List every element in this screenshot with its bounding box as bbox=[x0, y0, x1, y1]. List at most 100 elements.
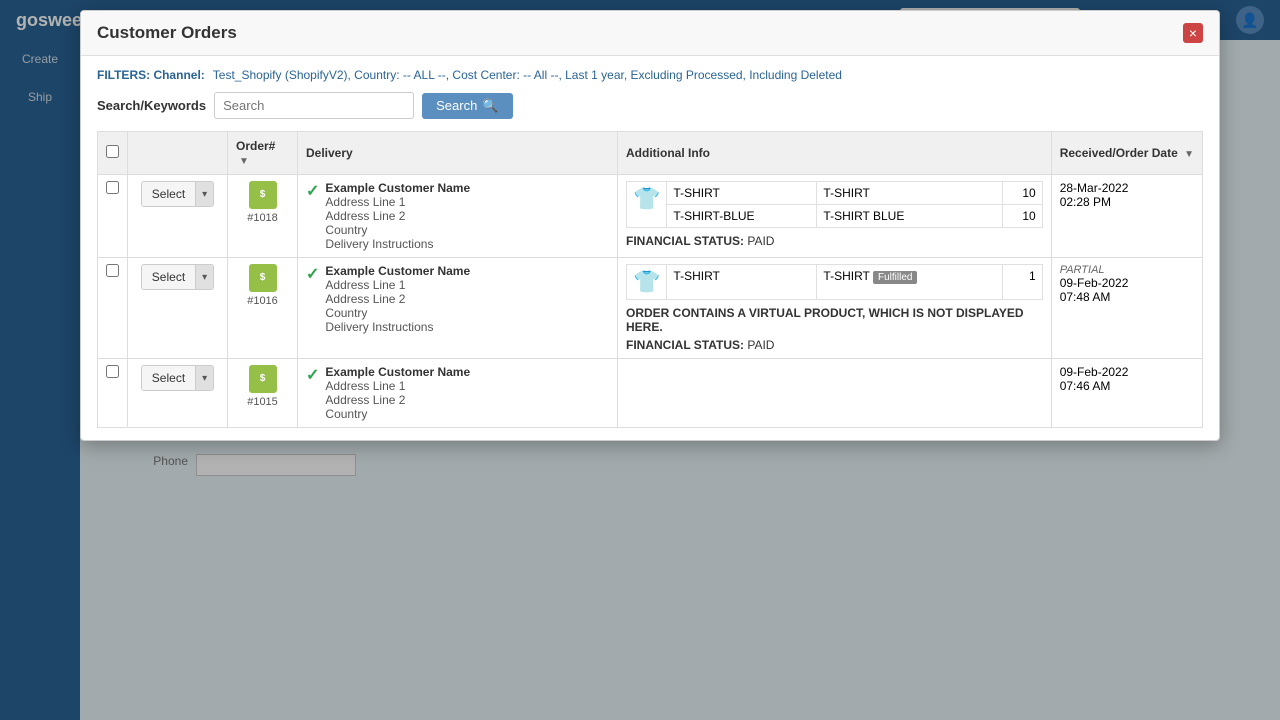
row-checkbox-2[interactable] bbox=[106, 365, 119, 378]
product-qty-0-0: 10 bbox=[1002, 182, 1042, 205]
delivery-line: Country bbox=[325, 306, 470, 320]
orders-table: Order# ▼ Delivery Additional Info Receiv… bbox=[97, 131, 1203, 428]
fulfilled-badge: Fulfilled bbox=[873, 271, 917, 284]
filters-label: FILTERS: Channel: bbox=[97, 68, 205, 82]
product-name-0-0: T-SHIRT bbox=[817, 182, 1002, 205]
order-number-1: #1016 bbox=[247, 295, 278, 307]
row-checkbox-1[interactable] bbox=[106, 264, 119, 277]
table-row: Select ▾ $ #1015 ✓ Example Customer Name… bbox=[98, 359, 1203, 428]
header-additional: Additional Info bbox=[618, 132, 1052, 175]
delivery-line: Country bbox=[325, 407, 470, 421]
select-arrow-button-1[interactable]: ▾ bbox=[195, 265, 213, 289]
row-date-cell: 28-Mar-202202:28 PM bbox=[1051, 175, 1202, 258]
modal-close-button[interactable]: × bbox=[1183, 23, 1203, 43]
delivery-check-0: ✓ bbox=[306, 181, 319, 201]
product-table-0: 👕 T-SHIRT T-SHIRT 10 T-SHIRT-BLUE T-SHIR… bbox=[626, 181, 1043, 228]
financial-label-0: FINANCIAL STATUS: bbox=[626, 234, 747, 248]
delivery-line: Delivery Instructions bbox=[325, 237, 470, 251]
select-button-1[interactable]: Select bbox=[142, 265, 195, 289]
product-row: 👕 T-SHIRT T-SHIRT 10 bbox=[627, 182, 1043, 205]
order-date-1: 09-Feb-2022 bbox=[1060, 276, 1194, 290]
virtual-product-note-1: ORDER CONTAINS A VIRTUAL PRODUCT, WHICH … bbox=[626, 306, 1043, 334]
header-order-num: Order# ▼ bbox=[228, 132, 298, 175]
delivery-line: Country bbox=[325, 223, 470, 237]
row-date-cell: PARTIAL09-Feb-202207:48 AM bbox=[1051, 258, 1202, 359]
order-date-0: 28-Mar-2022 bbox=[1060, 181, 1194, 195]
shopify-icon-1: $ bbox=[249, 264, 277, 292]
row-checkbox-cell bbox=[98, 359, 128, 428]
date-sort-icon[interactable]: ▼ bbox=[1184, 149, 1194, 160]
product-sku-1-0: T-SHIRT bbox=[667, 265, 817, 300]
select-button-2[interactable]: Select bbox=[142, 366, 195, 390]
select-arrow-button-2[interactable]: ▾ bbox=[195, 366, 213, 390]
partial-label-1: PARTIAL bbox=[1060, 264, 1194, 276]
financial-label-1: FINANCIAL STATUS: bbox=[626, 338, 747, 352]
search-icon: 🔍 bbox=[482, 98, 498, 114]
order-time-2: 07:46 AM bbox=[1060, 379, 1194, 393]
product-icon-cell-0: 👕 bbox=[627, 182, 667, 228]
row-additional-cell: 👕 T-SHIRT T-SHIRT Fulfilled 1 ORDER CONT… bbox=[618, 258, 1052, 359]
row-date-cell: 09-Feb-202207:46 AM bbox=[1051, 359, 1202, 428]
delivery-line: Address Line 1 bbox=[325, 278, 470, 292]
select-btn-group-0: Select ▾ bbox=[141, 181, 214, 207]
row-action-cell: Select ▾ bbox=[128, 359, 228, 428]
table-row: Select ▾ $ #1016 ✓ Example Customer Name… bbox=[98, 258, 1203, 359]
select-button-0[interactable]: Select bbox=[142, 182, 195, 206]
header-checkbox-cell bbox=[98, 132, 128, 175]
row-additional-cell: 👕 T-SHIRT T-SHIRT 10 T-SHIRT-BLUE T-SHIR… bbox=[618, 175, 1052, 258]
order-time-1: 07:48 AM bbox=[1060, 290, 1194, 304]
row-order-num-cell: $ #1018 bbox=[228, 175, 298, 258]
product-sku-0-0: T-SHIRT bbox=[667, 182, 817, 205]
table-header-row: Order# ▼ Delivery Additional Info Receiv… bbox=[98, 132, 1203, 175]
delivery-line: Delivery Instructions bbox=[325, 320, 470, 334]
table-row: Select ▾ $ #1018 ✓ Example Customer Name… bbox=[98, 175, 1203, 258]
row-checkbox-cell bbox=[98, 175, 128, 258]
search-keywords-input[interactable] bbox=[214, 92, 414, 119]
shopify-icon-2: $ bbox=[249, 365, 277, 393]
delivery-name-0: Example Customer Name bbox=[325, 181, 470, 195]
delivery-address-0: Example Customer Name Address Line 1Addr… bbox=[325, 181, 470, 251]
orders-table-body: Select ▾ $ #1018 ✓ Example Customer Name… bbox=[98, 175, 1203, 428]
header-date: Received/Order Date ▼ bbox=[1051, 132, 1202, 175]
order-number-2: #1015 bbox=[247, 396, 278, 408]
shopify-icon-0: $ bbox=[249, 181, 277, 209]
delivery-address-2: Example Customer Name Address Line 1Addr… bbox=[325, 365, 470, 421]
delivery-name-2: Example Customer Name bbox=[325, 365, 470, 379]
search-keywords-label: Search/Keywords bbox=[97, 98, 206, 113]
product-row: 👕 T-SHIRT T-SHIRT Fulfilled 1 bbox=[627, 265, 1043, 300]
delivery-line: Address Line 1 bbox=[325, 379, 470, 393]
select-all-checkbox[interactable] bbox=[106, 145, 119, 158]
modal-header: Customer Orders × bbox=[81, 11, 1219, 56]
order-sort-icon[interactable]: ▼ bbox=[239, 156, 249, 167]
delivery-line: Address Line 1 bbox=[325, 195, 470, 209]
product-sku-0-1: T-SHIRT-BLUE bbox=[667, 205, 817, 228]
financial-status-0: FINANCIAL STATUS: PAID bbox=[626, 234, 1043, 248]
row-checkbox-0[interactable] bbox=[106, 181, 119, 194]
product-qty-0-1: 10 bbox=[1002, 205, 1042, 228]
delivery-address-1: Example Customer Name Address Line 1Addr… bbox=[325, 264, 470, 334]
financial-status-1: FINANCIAL STATUS: PAID bbox=[626, 338, 1043, 352]
filters-row: FILTERS: Channel: Test_Shopify (ShopifyV… bbox=[97, 68, 1203, 82]
search-button[interactable]: Search 🔍 bbox=[422, 93, 512, 119]
product-table-1: 👕 T-SHIRT T-SHIRT Fulfilled 1 bbox=[626, 264, 1043, 300]
row-order-num-cell: $ #1015 bbox=[228, 359, 298, 428]
delivery-line: Address Line 2 bbox=[325, 209, 470, 223]
row-delivery-cell: ✓ Example Customer Name Address Line 1Ad… bbox=[298, 258, 618, 359]
row-delivery-cell: ✓ Example Customer Name Address Line 1Ad… bbox=[298, 359, 618, 428]
row-action-cell: Select ▾ bbox=[128, 175, 228, 258]
product-icon-0-0: 👕 bbox=[633, 186, 660, 211]
order-time-0: 02:28 PM bbox=[1060, 195, 1194, 209]
header-delivery: Delivery bbox=[298, 132, 618, 175]
delivery-name-1: Example Customer Name bbox=[325, 264, 470, 278]
select-arrow-button-0[interactable]: ▾ bbox=[195, 182, 213, 206]
modal-title: Customer Orders bbox=[97, 23, 237, 43]
delivery-line: Address Line 2 bbox=[325, 292, 470, 306]
search-row: Search/Keywords Search 🔍 bbox=[97, 92, 1203, 119]
product-row: T-SHIRT-BLUE T-SHIRT BLUE 10 bbox=[627, 205, 1043, 228]
customer-orders-modal: Customer Orders × FILTERS: Channel: Test… bbox=[80, 10, 1220, 441]
row-action-cell: Select ▾ bbox=[128, 258, 228, 359]
delivery-line: Address Line 2 bbox=[325, 393, 470, 407]
search-button-label: Search bbox=[436, 98, 477, 113]
row-checkbox-cell bbox=[98, 258, 128, 359]
product-name-0-1: T-SHIRT BLUE bbox=[817, 205, 1002, 228]
